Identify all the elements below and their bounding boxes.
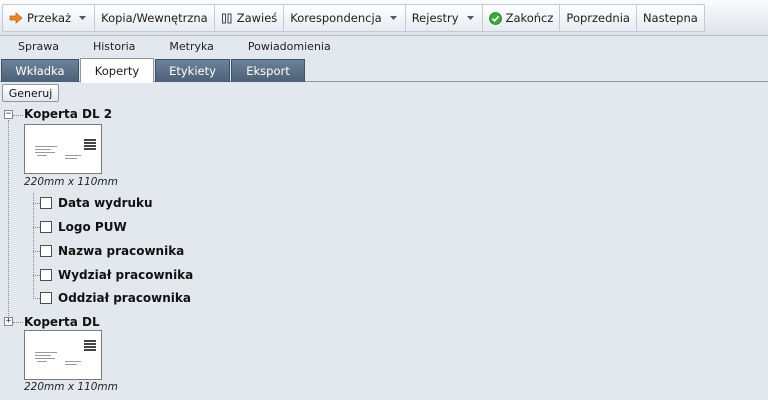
node-title-koperta-dl-2[interactable]: Koperta DL 2 <box>24 107 112 121</box>
option-nazwa-pracownika[interactable]: Nazwa pracownika <box>40 244 184 258</box>
checkbox[interactable] <box>40 197 52 209</box>
tree-connector <box>13 322 23 323</box>
checkbox[interactable] <box>40 292 52 304</box>
poprzednia-label: Poprzednia <box>566 11 630 25</box>
forward-arrow-icon <box>9 12 23 24</box>
tree-connector <box>33 203 40 204</box>
checkbox[interactable] <box>40 269 52 281</box>
rejestry-label: Rejestry <box>411 11 459 25</box>
envelope-size-label: 220mm x 110mm <box>24 381 118 393</box>
tree-connector <box>33 298 40 299</box>
collapse-toggle[interactable]: − <box>4 110 13 119</box>
check-circle-icon <box>488 11 502 25</box>
przekaz-label: Przekaż <box>27 11 72 25</box>
envelope-preview-icon <box>35 139 96 159</box>
tree-connector <box>33 251 40 252</box>
tab-koperty[interactable]: Koperty <box>80 58 154 83</box>
zakoncz-label: Zakończ <box>505 11 554 25</box>
toolbar-group: Przekaż Kopia/Wewnętrzna Zawieś Korespon… <box>2 4 705 32</box>
zawies-label: Zawieś <box>236 11 278 25</box>
option-logo-puw[interactable]: Logo PUW <box>40 220 127 234</box>
tree-connector <box>33 275 40 276</box>
option-data-wydruku[interactable]: Data wydruku <box>40 196 153 210</box>
envelope-size-label: 220mm x 110mm <box>24 176 118 188</box>
primary-tabs: Sprawa Historia Metryka Powiadomienia <box>0 36 768 56</box>
expand-toggle[interactable]: + <box>4 317 13 326</box>
tab-sprawa[interactable]: Sprawa <box>0 40 76 53</box>
generuj-button[interactable]: Generuj <box>2 84 59 102</box>
korespondencja-button[interactable]: Korespondencja <box>284 5 406 31</box>
kopia-label: Kopia/Wewnętrzna <box>101 11 208 25</box>
nastepna-button[interactable]: Nastepna <box>637 5 704 31</box>
zawies-button[interactable]: Zawieś <box>215 5 285 31</box>
pause-icon <box>221 13 233 24</box>
node-title-koperta-dl[interactable]: Koperta DL <box>24 315 100 329</box>
checkbox[interactable] <box>40 221 52 233</box>
option-label: Nazwa pracownika <box>58 244 185 258</box>
chevron-down-icon[interactable] <box>389 16 397 20</box>
tree-root-line <box>8 120 9 320</box>
option-label: Wydział pracownika <box>58 268 194 282</box>
chevron-down-icon[interactable] <box>79 16 87 20</box>
option-wydzial-pracownika[interactable]: Wydział pracownika <box>40 268 193 282</box>
tab-powiadomienia[interactable]: Powiadomienia <box>231 40 348 53</box>
secondary-tabs: Wkładka Koperty Etykiety Eksport <box>0 56 768 83</box>
option-label: Logo PUW <box>58 220 127 234</box>
chevron-down-icon[interactable] <box>466 16 474 20</box>
tab-eksport[interactable]: Eksport <box>231 59 305 82</box>
option-label: Data wydruku <box>58 196 153 210</box>
korespondencja-label: Korespondencja <box>290 11 382 25</box>
tab-etykiety[interactable]: Etykiety <box>155 59 230 82</box>
tree-connector <box>33 227 40 228</box>
kopia-wewnetrzna-button[interactable]: Kopia/Wewnętrzna <box>95 5 215 31</box>
tab-wkladka[interactable]: Wkładka <box>1 59 79 82</box>
tree-child-line <box>33 193 34 299</box>
envelope-thumbnail[interactable] <box>24 330 102 380</box>
option-oddzial-pracownika[interactable]: Oddział pracownika <box>40 291 191 305</box>
envelope-thumbnail[interactable] <box>24 124 102 174</box>
envelope-preview-icon <box>35 340 96 365</box>
tab-metryka[interactable]: Metryka <box>152 40 231 53</box>
tab-historia[interactable]: Historia <box>76 40 152 53</box>
toolbar: Przekaż Kopia/Wewnętrzna Zawieś Korespon… <box>0 0 768 36</box>
przekaz-button[interactable]: Przekaż <box>3 5 96 31</box>
rejestry-button[interactable]: Rejestry <box>406 5 483 31</box>
tree-connector <box>13 115 23 116</box>
zakoncz-button[interactable]: Zakończ <box>483 5 561 31</box>
nastepna-label: Nastepna <box>642 11 698 25</box>
checkbox[interactable] <box>40 245 52 257</box>
option-label: Oddział pracownika <box>58 291 191 305</box>
poprzednia-button[interactable]: Poprzednia <box>560 5 637 31</box>
